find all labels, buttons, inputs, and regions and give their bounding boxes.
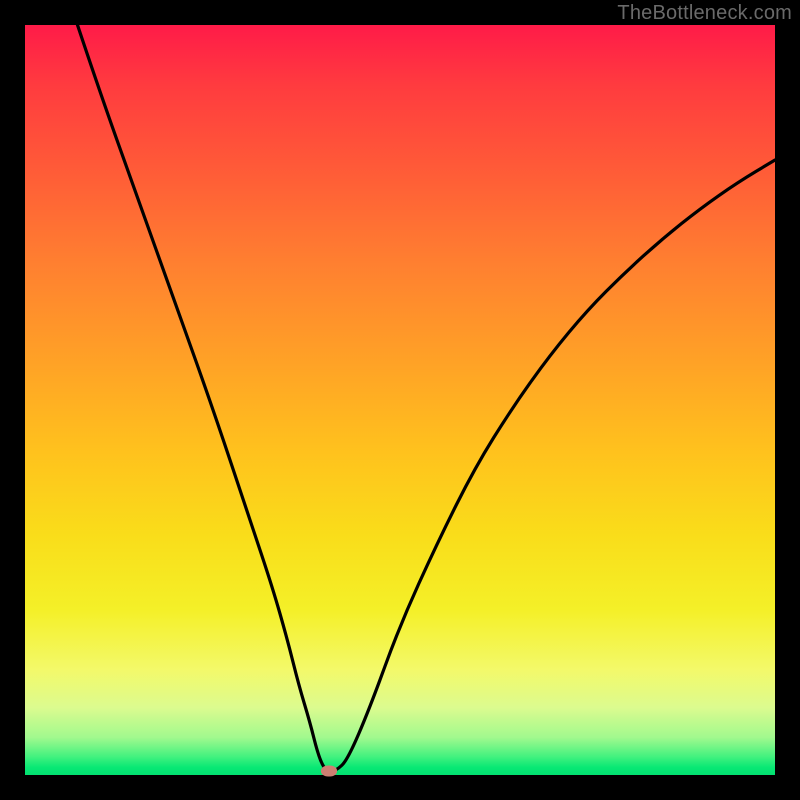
chart-frame: TheBottleneck.com [0,0,800,800]
plot-area [25,25,775,775]
watermark-text: TheBottleneck.com [617,2,792,25]
trough-marker [321,766,337,777]
curve-line [25,25,775,775]
